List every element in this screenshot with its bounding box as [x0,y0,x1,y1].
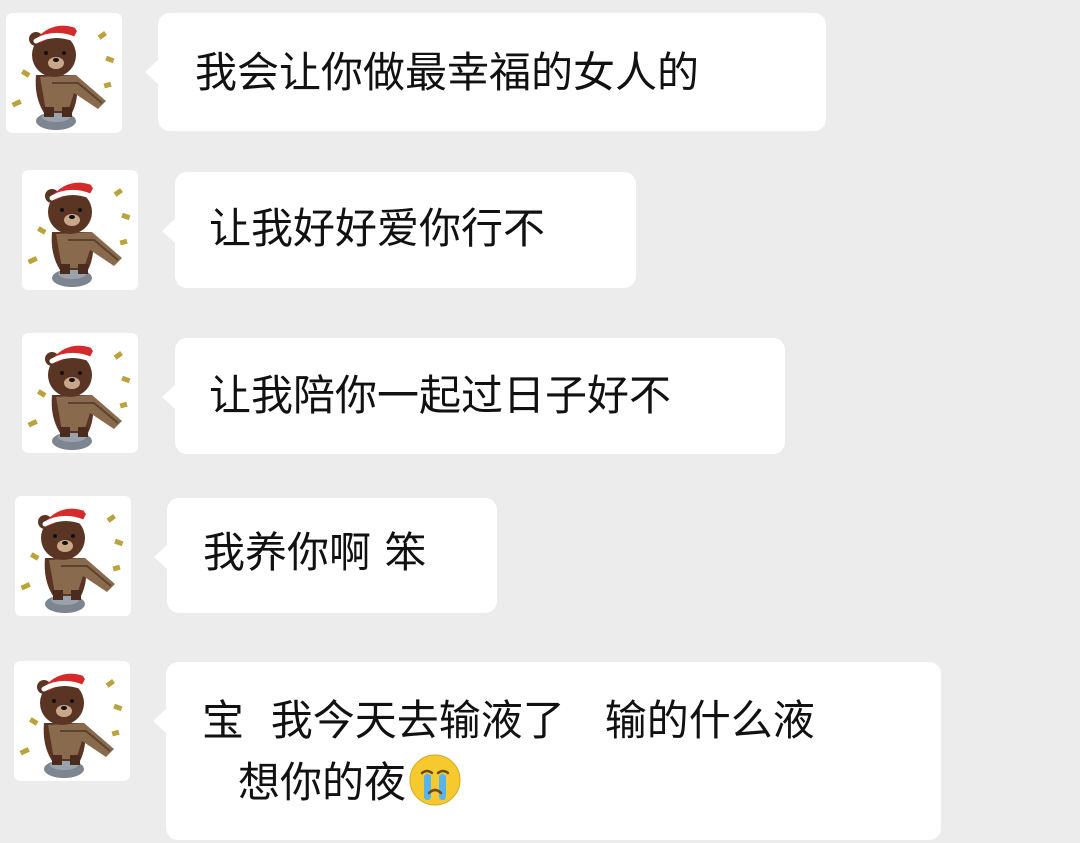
brown-bear-santa-hat-sticker-icon[interactable] [22,170,138,290]
message-bubble[interactable]: 让我陪你一起过日子好不 [162,338,785,454]
message-bubble[interactable]: 让我好好爱你行不 [162,172,636,288]
message-text: 我养你啊 笨 [203,528,427,577]
message-text: 宝 我今天去输液了 输的什么液 [202,696,815,745]
message-bubble[interactable]: 宝 我今天去输液了 输的什么液 想你的夜 [153,662,941,840]
message-text-line2: 想你的夜 [202,752,941,814]
message-text: 让我陪你一起过日子好不 [209,371,672,420]
message-bubble[interactable]: 我会让你做最幸福的女人的 [145,13,826,131]
chat-message-list[interactable]: 我会让你做最幸福的女人的 让我好好爱你行不 让我陪你一起过日子好不 我养你啊 笨 [0,0,1080,843]
message-text: 我会让你做最幸福的女人的 [195,48,700,97]
message-text-line2-content: 想你的夜 [238,758,407,807]
crying-face-emoji-icon [408,753,462,807]
brown-bear-santa-hat-sticker-icon[interactable] [22,333,138,453]
brown-bear-santa-hat-sticker-icon[interactable] [6,13,122,133]
message-bubble[interactable]: 我养你啊 笨 [154,498,497,613]
brown-bear-santa-hat-sticker-icon[interactable] [14,661,130,781]
brown-bear-santa-hat-sticker-icon[interactable] [15,496,131,616]
message-text: 让我好好爱你行不 [209,204,546,253]
